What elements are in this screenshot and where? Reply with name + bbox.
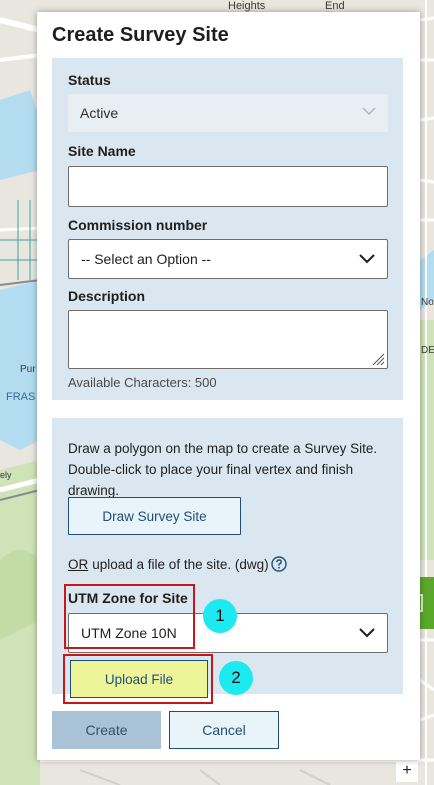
map-label: Pur — [20, 364, 36, 375]
commission-value: -- Select an Option -- — [81, 251, 211, 267]
draw-instructions: Draw a polygon on the map to create a Su… — [68, 441, 378, 498]
status-label: Status — [68, 72, 111, 88]
create-button[interactable]: Create — [52, 711, 161, 749]
site-name-input[interactable] — [68, 166, 388, 207]
commission-label: Commission number — [68, 217, 208, 233]
create-survey-site-dialog: Create Survey Site Status Active Site Na… — [37, 12, 420, 760]
description-label: Description — [68, 288, 146, 304]
map-label: End — [325, 0, 345, 12]
upload-instructions: OR upload a file of the site. (dwg) — [68, 556, 287, 572]
geometry-panel: Draw a polygon on the map to create a Su… — [52, 418, 403, 704]
site-name-label: Site Name — [68, 143, 136, 159]
map-label: Heights — [228, 0, 266, 12]
commission-select[interactable]: -- Select an Option -- — [68, 239, 388, 279]
resize-grip-icon[interactable] — [371, 352, 385, 366]
step-marker-2: 2 — [219, 661, 253, 695]
step-marker-1: 1 — [203, 599, 237, 633]
site-details-panel: Status Active Site Name Commission numbe… — [52, 58, 403, 400]
upload-file-highlight — [63, 654, 213, 704]
chevron-down-icon — [359, 628, 375, 638]
or-text: OR — [68, 556, 89, 572]
dialog-title: Create Survey Site — [52, 24, 229, 46]
map-label: FRAS — [6, 391, 36, 403]
status-value: Active — [80, 105, 119, 121]
question-circle-icon[interactable] — [270, 556, 287, 572]
description-textarea[interactable] — [68, 310, 388, 369]
map-label: ely — [0, 470, 12, 480]
zoom-in-button[interactable]: + — [396, 760, 418, 782]
chevron-down-icon — [362, 107, 376, 116]
chevron-down-icon — [359, 254, 375, 264]
status-select[interactable]: Active — [68, 94, 388, 132]
utm-zone-highlight — [64, 584, 195, 649]
upload-text: upload a file of the site. (dwg) — [92, 556, 269, 572]
draw-survey-site-button[interactable]: Draw Survey Site — [68, 497, 241, 535]
cancel-button[interactable]: Cancel — [169, 711, 279, 749]
map-label: DEL — [421, 345, 434, 356]
map-label: No — [421, 297, 434, 308]
available-characters: Available Characters: 500 — [68, 375, 217, 390]
